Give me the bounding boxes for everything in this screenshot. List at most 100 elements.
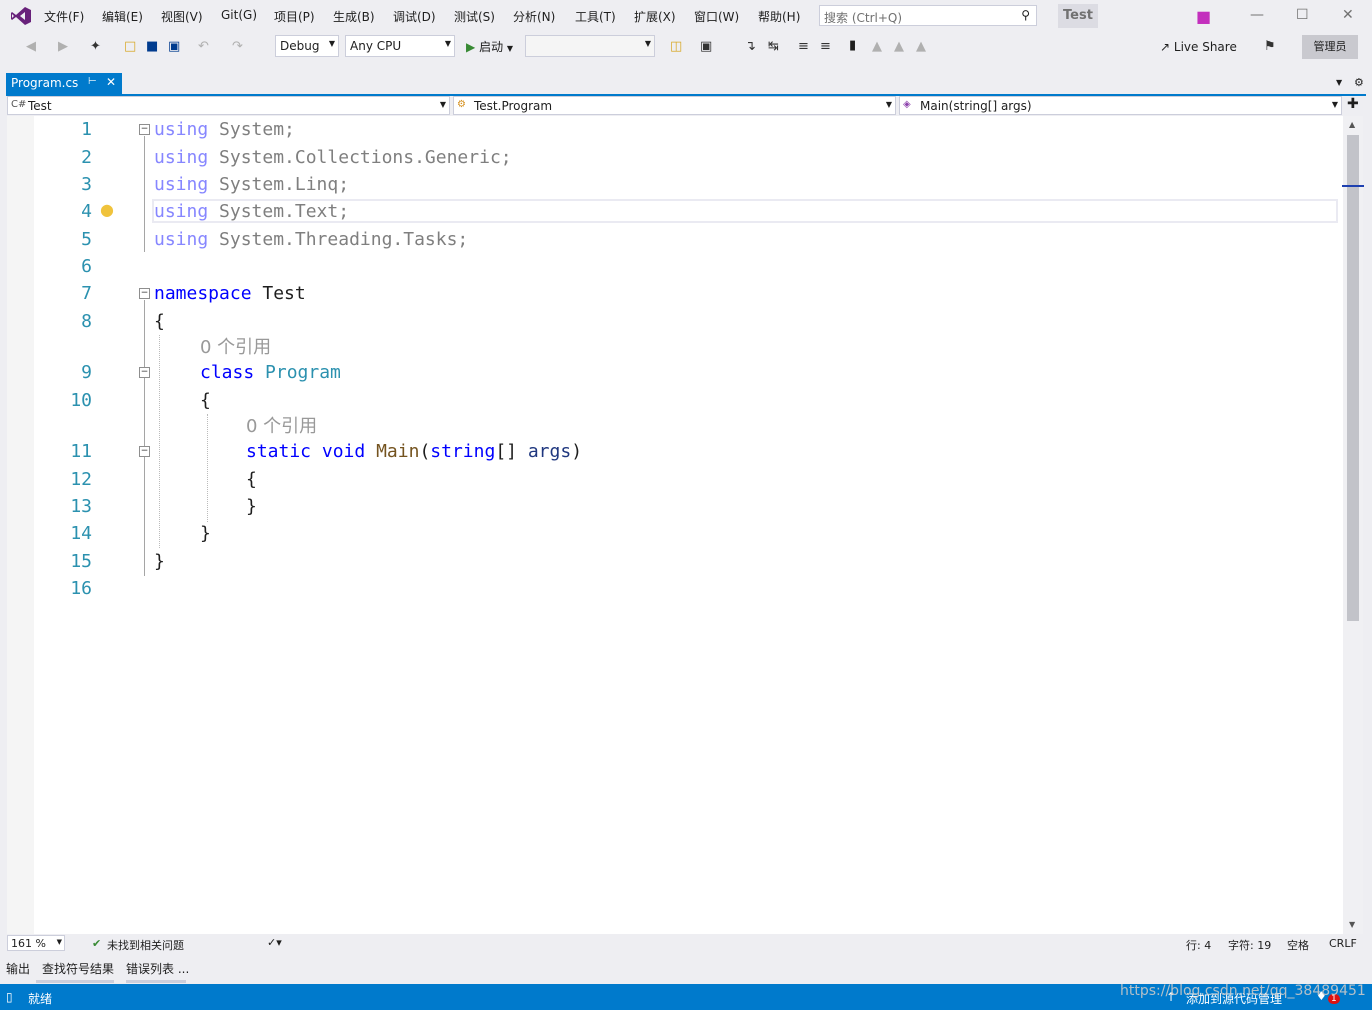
code-line-7: namespace Test xyxy=(154,282,306,306)
code-line-12: { xyxy=(246,469,257,490)
codelens-references[interactable]: 0 个引用 xyxy=(200,336,271,360)
code-cleanup-icon[interactable]: ✓▾ xyxy=(267,936,282,949)
scrollbar-thumb[interactable] xyxy=(1347,135,1359,621)
identifier: System.Collections.Generic; xyxy=(208,147,512,168)
save-icon[interactable]: ■ xyxy=(146,39,158,54)
settings-gear-icon[interactable]: ⚙ xyxy=(1354,76,1364,89)
search-input[interactable]: 搜索 (Ctrl+Q) ⚲ xyxy=(819,5,1037,26)
line-number: 7 xyxy=(81,283,92,304)
menu-help[interactable]: 帮助(H) xyxy=(758,8,800,25)
save-all-icon[interactable]: ▣ xyxy=(168,39,180,54)
member-value: Main(string[] args) xyxy=(920,99,1032,113)
admin-badge: 管理员 xyxy=(1302,35,1358,59)
menu-test[interactable]: 测试(S) xyxy=(454,8,495,25)
menu-git[interactable]: Git(G) xyxy=(221,8,257,22)
lightbulb-icon[interactable]: ● xyxy=(100,200,114,219)
eol-indicator[interactable]: CRLF xyxy=(1329,937,1357,950)
menu-tools[interactable]: 工具(T) xyxy=(575,8,616,25)
code-line-13: } xyxy=(246,496,257,517)
line-number: 16 xyxy=(70,578,92,599)
line-number: 15 xyxy=(70,551,92,572)
line-indicator[interactable]: 行: 4 xyxy=(1186,937,1211,953)
menu-extensions[interactable]: 扩展(X) xyxy=(634,8,676,25)
issues-status[interactable]: 未找到相关问题 xyxy=(107,937,184,953)
identifier: System; xyxy=(208,119,295,140)
code-line-3: using System.Linq; xyxy=(154,173,349,197)
code-line-4: using System.Text; xyxy=(154,200,349,224)
new-project-icon[interactable]: ✦ xyxy=(90,39,101,54)
keyword: using xyxy=(154,174,209,195)
keyword: class xyxy=(200,362,255,383)
close-icon[interactable]: ✕ xyxy=(1342,7,1354,23)
editor-status-bar xyxy=(0,934,1372,952)
menu-view[interactable]: 视图(V) xyxy=(161,8,203,25)
fold-guide xyxy=(144,136,145,252)
type-dropdown[interactable]: ⚙ Test.Program ▼ xyxy=(453,96,896,115)
redo-icon[interactable]: ↷ xyxy=(232,39,243,54)
maximize-icon[interactable]: ☐ xyxy=(1296,7,1309,23)
feedback-icon[interactable]: ⚑ xyxy=(1264,39,1276,54)
bookmark-icon[interactable]: ▮ xyxy=(849,38,856,53)
tab-output[interactable]: 输出 xyxy=(6,960,30,977)
search-placeholder: 搜索 (Ctrl+Q) xyxy=(824,11,903,25)
debug-target-select[interactable]: ▼ xyxy=(525,35,655,57)
tab-find-symbol-results[interactable]: 查找符号结果 xyxy=(42,960,114,977)
method-name: Main xyxy=(376,441,420,462)
menu-edit[interactable]: 编辑(E) xyxy=(102,8,143,25)
method-icon: ◈ xyxy=(903,99,911,110)
pin-icon[interactable]: ⊢ xyxy=(88,76,97,87)
collapse-icon[interactable]: − xyxy=(139,446,150,457)
platform-select[interactable]: Any CPU ▼ xyxy=(345,35,455,57)
scroll-up-icon[interactable]: ▲ xyxy=(1349,120,1355,129)
identifier: Test xyxy=(251,283,306,304)
forward-icon[interactable]: ▶ xyxy=(58,39,68,54)
step-over-icon[interactable]: ↹ xyxy=(768,39,779,54)
collapse-icon[interactable]: − xyxy=(139,288,150,299)
prev-bookmark-icon[interactable]: ▲ xyxy=(872,39,882,54)
collapse-icon[interactable]: − xyxy=(139,367,150,378)
minimize-icon[interactable]: — xyxy=(1250,7,1264,23)
outdent-icon[interactable]: ≡ xyxy=(820,39,831,54)
watermark: https://blog.csdn.net/qq_38489451 xyxy=(1120,983,1366,999)
tab-list-chevron-icon[interactable]: ▼ xyxy=(1336,78,1342,87)
indent-icon[interactable]: ≡ xyxy=(798,39,809,54)
menu-window[interactable]: 窗口(W) xyxy=(694,8,739,25)
code-line-15: } xyxy=(154,551,165,572)
open-folder-icon[interactable]: □ xyxy=(124,39,136,54)
menu-project[interactable]: 项目(P) xyxy=(274,8,315,25)
tab-error-list[interactable]: 错误列表 ... xyxy=(126,960,189,977)
browse-icon[interactable]: ◫ xyxy=(670,39,682,54)
collapse-icon[interactable]: − xyxy=(139,124,150,135)
start-debug-button[interactable]: ▶ 启动 ▼ xyxy=(466,38,513,55)
play-icon: ▶ xyxy=(466,40,476,54)
clear-bookmarks-icon[interactable]: ▲ xyxy=(916,39,926,54)
member-dropdown[interactable]: ◈ Main(string[] args) ▼ xyxy=(899,96,1342,115)
menu-debug[interactable]: 调试(D) xyxy=(393,8,436,25)
split-editor-icon[interactable]: ✚ xyxy=(1347,96,1359,112)
screenshot-icon[interactable]: ▣ xyxy=(700,39,712,54)
live-share-button[interactable]: ↗ Live Share xyxy=(1160,40,1237,54)
configuration-select[interactable]: Debug ▼ xyxy=(275,35,339,57)
chevron-down-icon: ▼ xyxy=(439,100,446,109)
spacing-indicator[interactable]: 空格 xyxy=(1287,937,1309,953)
undo-icon[interactable]: ↶ xyxy=(198,39,209,54)
menu-file[interactable]: 文件(F) xyxy=(44,8,84,25)
chevron-down-icon: ▼ xyxy=(328,39,335,48)
account-badge-icon[interactable]: ■ xyxy=(1196,7,1211,26)
scroll-down-icon[interactable]: ▼ xyxy=(1349,920,1355,929)
project-dropdown[interactable]: C# Test ▼ xyxy=(7,96,450,115)
tab-program-cs[interactable]: Program.cs ⊢ ✕ xyxy=(6,73,122,94)
back-icon[interactable]: ◀ xyxy=(26,39,36,54)
close-tab-icon[interactable]: ✕ xyxy=(106,75,116,89)
codelens-references[interactable]: 0 个引用 xyxy=(246,415,317,439)
fold-guide xyxy=(144,300,145,576)
code-line-10: { xyxy=(200,390,211,411)
next-bookmark-icon[interactable]: ▲ xyxy=(894,39,904,54)
char-indicator[interactable]: 字符: 19 xyxy=(1228,937,1271,953)
menu-build[interactable]: 生成(B) xyxy=(333,8,375,25)
zoom-select[interactable]: 161 % ▼ xyxy=(7,935,65,951)
keyword: using xyxy=(154,119,209,140)
step-icon[interactable]: ↴ xyxy=(745,39,756,54)
menu-analyze[interactable]: 分析(N) xyxy=(513,8,555,25)
line-number: 4 xyxy=(81,201,92,222)
